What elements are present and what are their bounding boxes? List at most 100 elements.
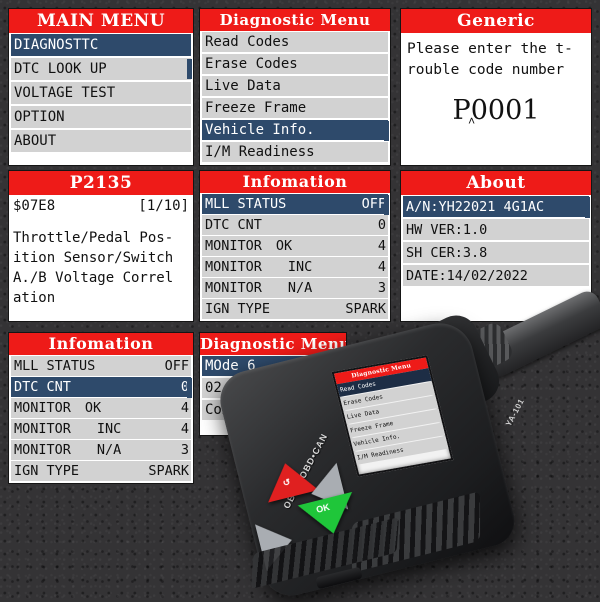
panel-information-top: Infomation MLL STATUS OFF DTC CNT 0 MONI… (199, 170, 391, 322)
information-row-dtc-cnt[interactable]: DTC CNT 0 (11, 377, 191, 397)
information-row-label: DTC CNT (205, 217, 262, 233)
information-row-mid: N/A (96, 442, 122, 458)
panel-diagnostic-menu-title: Diagnostic Menu (200, 9, 390, 31)
main-menu-item-dtc-look-up[interactable]: DTC LOOK UP (11, 58, 191, 80)
panel-information-bottom-list: MLL STATUS OFF DTC CNT 0 MONITOR OK 4 MO… (9, 356, 193, 483)
information-row-mid: INC (287, 259, 313, 275)
diagnostic-menu-item-label: I/M Readiness (205, 144, 315, 160)
diagnostic-menu-item-label: Read Codes (205, 34, 290, 50)
main-menu-item-option[interactable]: OPTION (11, 106, 191, 128)
panel-main-menu-list: DIAGNOSTTC DTC LOOK UP VOLTAGE TEST OPTI… (9, 34, 193, 165)
information-row-mll-status[interactable]: MLL STATUS OFF (202, 194, 388, 214)
diagnostic-menu-item-im-readiness[interactable]: I/M Readiness (202, 142, 388, 162)
diagnostic-menu-item-live-data[interactable]: Live Data (202, 76, 388, 96)
dtc-detail-desc-line-3: A./B Voltage Correl (13, 270, 174, 286)
panel-generic: Generic Please enter the t- rouble code … (400, 8, 592, 166)
dtc-detail-desc-line-2: ition Sensor/Switch (13, 250, 174, 266)
information-row-value: 4 (377, 259, 386, 275)
generic-prompt-line-2: rouble code number (407, 62, 565, 78)
information-row-monitor-na[interactable]: MONITOR N/A 3 (11, 440, 191, 460)
obd-scanner-device: Diagnostic Menu Read Codes Erase Codes L… (214, 287, 600, 602)
dtc-detail-desc-line-1: Throttle/Pedal Pos- (13, 230, 174, 246)
information-row-label: MONITOR (14, 400, 71, 416)
information-row-value: OFF (164, 358, 189, 374)
diagnostic-menu-item-label: Erase Codes (205, 56, 298, 72)
diagnostic-menu-scrollbar[interactable] (384, 121, 389, 141)
about-row-label: DATE:14/02/2022 (406, 267, 528, 284)
generic-code-entry[interactable]: P0001 ˄ (407, 95, 585, 128)
about-row-label: HW VER:1.0 (406, 221, 488, 238)
panel-generic-body: Please enter the t- rouble code number P… (401, 33, 591, 165)
panel-information-top-list: MLL STATUS OFF DTC CNT 0 MONITOR OK 4 MO… (200, 194, 390, 321)
information-row-mid: N/A (287, 280, 313, 296)
panel-diagnostic-menu-list: Read Codes Erase Codes Live Data Freeze … (200, 32, 390, 165)
information-row-monitor-ok[interactable]: MONITOR OK 4 (11, 398, 191, 418)
about-row-date[interactable]: DATE:14/02/2022 (403, 265, 589, 286)
device-model-label: YA-101 (503, 397, 527, 428)
panel-generic-title: Generic (401, 9, 591, 33)
main-menu-scrollbar[interactable] (187, 59, 192, 79)
about-row-label: A/N:YH22021 4G1AC (406, 198, 545, 215)
information-row-monitor-inc[interactable]: MONITOR INC 4 (202, 257, 388, 277)
information-row-value: SPARK (345, 301, 386, 317)
information-row-value: 3 (377, 280, 386, 296)
information-top-scrollbar[interactable] (384, 195, 389, 215)
information-row-monitor-ok[interactable]: MONITOR OK 4 (202, 236, 388, 256)
information-row-label: MONITOR (205, 238, 262, 254)
information-row-label: MLL STATUS (205, 196, 287, 212)
information-row-ign-type[interactable]: IGN TYPE SPARK (11, 461, 191, 481)
information-row-mid: OK (275, 238, 293, 254)
information-row-label: IGN TYPE (205, 301, 271, 317)
information-bottom-scrollbar[interactable] (187, 378, 192, 398)
about-row-sh-cer[interactable]: SH CER:3.8 (403, 242, 589, 263)
main-menu-item-about[interactable]: ABOUT (11, 130, 191, 152)
main-menu-item-label: DTC LOOK UP (14, 61, 107, 77)
diagnostic-menu-item-erase-codes[interactable]: Erase Codes (202, 54, 388, 74)
generic-code-value: P0001 (452, 95, 540, 126)
information-row-mid: INC (96, 421, 122, 437)
information-row-label: MLL STATUS (14, 358, 96, 374)
dtc-detail-header: $07E8 [1/10] (13, 198, 189, 214)
ok-label: OK (315, 501, 331, 515)
main-menu-item-label: DIAGNOSTTC (14, 37, 99, 53)
diagnostic-menu-item-label: Vehicle Info. (205, 122, 315, 138)
about-row-article-number[interactable]: A/N:YH22021 4G1AC (403, 196, 589, 217)
information-row-value: 4 (180, 421, 189, 437)
dtc-detail-desc-line-4: ation (13, 290, 56, 306)
diagnostic-menu-item-label: Freeze Frame (205, 100, 307, 116)
panel-main-menu: MAIN MENU DIAGNOSTTC DTC LOOK UP VOLTAGE… (8, 8, 194, 166)
information-row-label: MONITOR (14, 421, 71, 437)
panel-information-top-title: Infomation (200, 171, 390, 193)
diagnostic-menu-item-vehicle-info[interactable]: Vehicle Info. (202, 120, 388, 140)
information-row-monitor-na[interactable]: MONITOR N/A 3 (202, 278, 388, 298)
information-row-value: 3 (180, 442, 189, 458)
about-row-hw-ver[interactable]: HW VER:1.0 (403, 219, 589, 240)
panel-information-bottom: Infomation MLL STATUS OFF DTC CNT 0 MONI… (8, 332, 194, 484)
main-menu-item-label: OPTION (14, 109, 65, 125)
main-menu-item-voltage-test[interactable]: VOLTAGE TEST (11, 82, 191, 104)
information-row-label: DTC CNT (14, 379, 71, 395)
panel-dtc-detail: P2135 $07E8 [1/10] Throttle/Pedal Pos- i… (8, 170, 194, 322)
about-scrollbar[interactable] (585, 197, 590, 218)
panel-about-title: About (401, 171, 591, 195)
diagnostic-menu-item-read-codes[interactable]: Read Codes (202, 32, 388, 52)
diagnostic-menu-item-label: Live Data (205, 78, 281, 94)
dtc-detail-module: $07E8 (13, 198, 56, 214)
information-row-value: 0 (377, 217, 386, 233)
information-row-monitor-inc[interactable]: MONITOR INC 4 (11, 419, 191, 439)
panel-about: About A/N:YH22021 4G1AC HW VER:1.0 SH CE… (400, 170, 592, 322)
information-row-mid: OK (84, 400, 102, 416)
diagnostic-menu-item-freeze-frame[interactable]: Freeze Frame (202, 98, 388, 118)
panel-main-menu-title: MAIN MENU (9, 9, 193, 33)
panel-dtc-detail-body: $07E8 [1/10] Throttle/Pedal Pos- ition S… (9, 195, 193, 321)
information-row-value: 4 (377, 238, 386, 254)
information-row-dtc-cnt[interactable]: DTC CNT 0 (202, 215, 388, 235)
main-menu-item-diagnosttc[interactable]: DIAGNOSTTC (11, 34, 191, 56)
information-row-label: IGN TYPE (14, 463, 80, 479)
about-row-label: SH CER:3.8 (406, 244, 488, 261)
main-menu-item-label: VOLTAGE TEST (14, 85, 116, 101)
information-row-label: MONITOR (205, 259, 262, 275)
information-row-ign-type[interactable]: IGN TYPE SPARK (202, 299, 388, 319)
information-row-mll-status[interactable]: MLL STATUS OFF (11, 356, 191, 376)
panel-dtc-detail-title: P2135 (9, 171, 193, 195)
